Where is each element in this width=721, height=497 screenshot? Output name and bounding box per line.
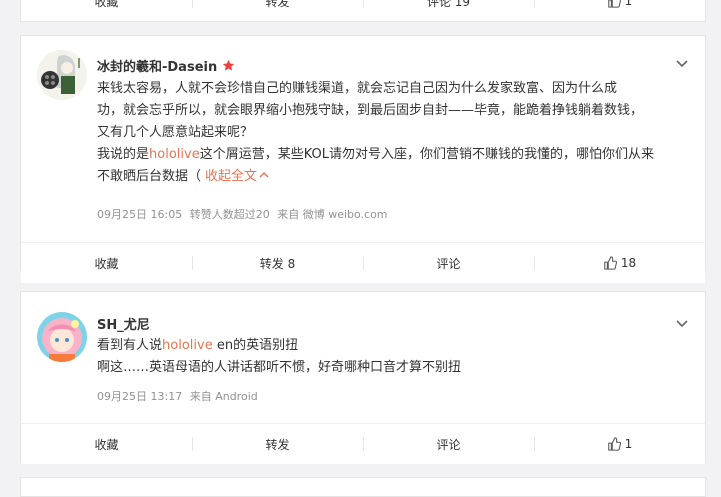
post-time[interactable]: 09月25日 16:05 [97, 208, 182, 221]
thumbs-up-icon [607, 0, 621, 8]
like-count: 18 [620, 256, 637, 270]
repost-button[interactable]: 转发 8 [192, 243, 363, 283]
star-badge-icon [222, 59, 234, 71]
avatar-image [37, 312, 87, 362]
post-actions: 收藏 转发 8 评论 18 [21, 242, 705, 283]
post-source: 来自 微博 weibo.com [277, 208, 388, 221]
post-text-line: 功，就会忘乎所以，就会眼界缩小抱残守缺，到最后固步自封——毕竟，能跪着挣钱躺着数… [97, 103, 644, 118]
prev-post-actions: 收藏 转发 评论 19 1 [21, 0, 705, 21]
post-text-line: 不敢晒后台数据（ 收起全文 [97, 166, 697, 188]
comment-label: 评论 19 [426, 0, 471, 9]
comment-button[interactable]: 评论 19 [363, 0, 534, 21]
post-text-line: 啊这……英语母语的人讲话都听不惯，好奇哪种口音才算不别扭 [97, 360, 462, 375]
repost-button[interactable]: 转发 [192, 0, 363, 21]
post-text-line: 又有几个人愿意站起来呢？ [97, 125, 254, 140]
post-reach: 转赞人数超过20 [189, 208, 270, 221]
collect-button[interactable]: 收藏 [21, 243, 192, 283]
avatar-image [37, 50, 87, 100]
like-button[interactable]: 18 [534, 243, 705, 283]
thumbs-up-icon [607, 437, 621, 451]
collect-button[interactable]: 收藏 [21, 424, 192, 464]
avatar[interactable] [37, 312, 87, 362]
hololive-link[interactable]: hololive [162, 338, 213, 353]
collapse-link[interactable]: 收起全文 [205, 169, 269, 184]
like-count: 1 [624, 437, 633, 451]
chevron-up-icon [259, 172, 269, 178]
post-content: 来钱太容易，人就不会珍惜自己的赚钱渠道，就会忘记自己因为什么发家致富、因为什么成… [97, 78, 697, 188]
username[interactable]: 冰封的羲和-Dasein [97, 56, 235, 75]
repost-button[interactable]: 转发 [192, 424, 363, 464]
post-card: SH_尤尼 看到有人说hololive en的英语别扭 啊这……英语母语的人讲话… [20, 291, 706, 464]
username[interactable]: SH_尤尼 [97, 314, 150, 333]
post-text-line: 我说的是hololive这个屑运营，某些KOL请勿对号入座，你们营销不赚钱的我懂… [97, 147, 654, 162]
chevron-down-icon[interactable] [675, 56, 689, 70]
next-post-card [20, 477, 706, 497]
chevron-down-icon[interactable] [675, 316, 689, 330]
like-count: 1 [624, 0, 633, 8]
prev-post-card: 收藏 转发 评论 19 1 [20, 0, 706, 22]
post-text-line: 来钱太容易，人就不会珍惜自己的赚钱渠道，就会忘记自己因为什么发家致富、因为什么成 [97, 81, 618, 96]
avatar[interactable] [37, 50, 87, 100]
post-text-line: 看到有人说hololive en的英语别扭 [97, 338, 299, 353]
hololive-link[interactable]: hololive [149, 147, 200, 162]
comment-button[interactable]: 评论 [363, 424, 534, 464]
post-time[interactable]: 09月25日 13:17 [97, 390, 182, 403]
like-button[interactable]: 1 [534, 0, 705, 21]
collect-button[interactable]: 收藏 [21, 0, 192, 21]
like-button[interactable]: 1 [534, 424, 705, 464]
collect-label: 收藏 [94, 0, 119, 9]
comment-button[interactable]: 评论 [363, 243, 534, 283]
post-card: 冰封的羲和-Dasein 来钱太容易，人就不会珍惜自己的赚钱渠道，就会忘记自己因… [20, 35, 706, 283]
post-content: 看到有人说hololive en的英语别扭 啊这……英语母语的人讲话都听不惯，好… [97, 335, 697, 379]
post-actions: 收藏 转发 评论 1 [21, 423, 705, 464]
post-meta: 09月25日 13:17 来自 Android [97, 388, 262, 404]
post-source: 来自 Android [189, 390, 258, 403]
repost-label: 转发 [265, 0, 290, 9]
post-meta: 09月25日 16:05 转赞人数超过20 来自 微博 weibo.com [97, 206, 392, 222]
thumbs-up-icon [604, 256, 617, 270]
